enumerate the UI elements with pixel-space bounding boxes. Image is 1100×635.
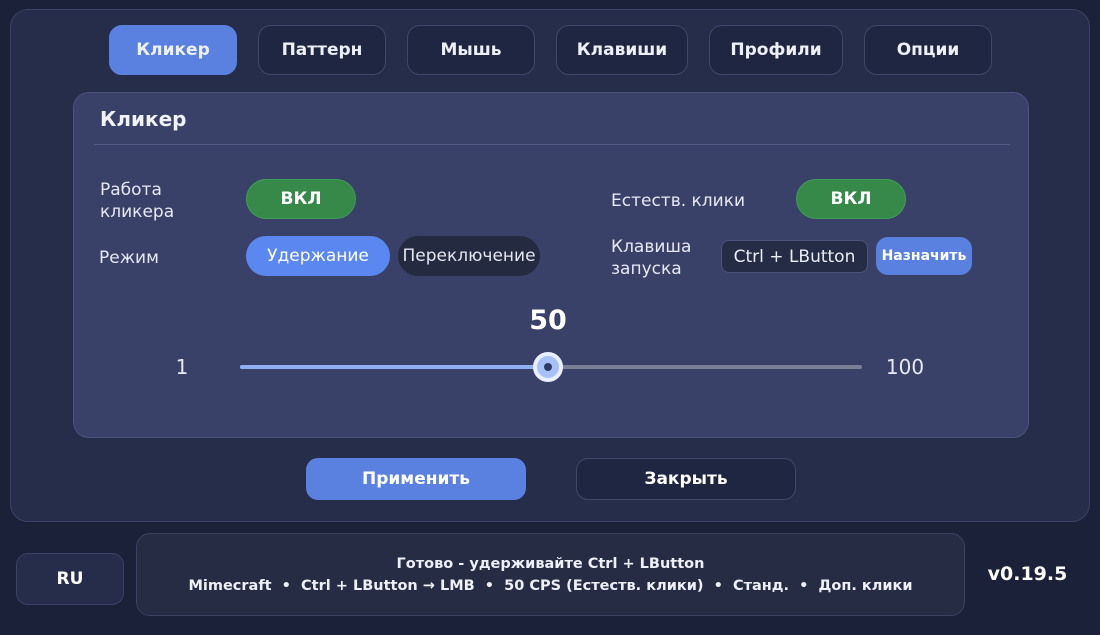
panel-title: Кликер: [100, 107, 187, 131]
cps-slider[interactable]: [240, 352, 862, 382]
cps-slider-value: 50: [529, 305, 567, 336]
version-label: v0.19.5: [987, 563, 1068, 585]
mode-toggle-option[interactable]: Переключение: [398, 236, 540, 276]
clicker-panel: Кликер Работа кликера ВКЛ Естеств. клики…: [73, 92, 1029, 438]
close-button[interactable]: Закрыть: [576, 458, 796, 500]
cps-slider-fill: [240, 365, 548, 369]
language-button[interactable]: RU: [16, 553, 124, 605]
panel-divider: [94, 144, 1010, 145]
cps-slider-thumb[interactable]: [532, 352, 563, 382]
natural-clicks-label: Естеств. клики: [611, 191, 746, 211]
clicker-work-label: Работа кликера: [100, 180, 175, 222]
tab-profiles[interactable]: Профили: [709, 25, 843, 75]
tab-mouse[interactable]: Мышь: [407, 25, 535, 75]
natural-clicks-toggle[interactable]: ВКЛ: [796, 179, 906, 219]
clicker-work-toggle[interactable]: ВКЛ: [246, 179, 356, 219]
status-line-1: Готово - удерживайте Ctrl + LButton: [396, 555, 705, 572]
status-bar: Готово - удерживайте Ctrl + LButton Mime…: [136, 533, 965, 616]
hotkey-label: Клавиша запуска: [611, 237, 692, 279]
cps-slider-min: 1: [175, 355, 189, 379]
assign-hotkey-button[interactable]: Назначить: [876, 237, 972, 275]
tab-options[interactable]: Опции: [864, 25, 992, 75]
tab-pattern[interactable]: Паттерн: [258, 25, 386, 75]
hotkey-field[interactable]: Ctrl + LButton: [721, 240, 868, 273]
main-window: Кликер Паттерн Мышь Клавиши Профили Опци…: [10, 9, 1090, 522]
mode-hold-option[interactable]: Удержание: [246, 236, 390, 276]
tab-keys[interactable]: Клавиши: [556, 25, 688, 75]
status-line-2: Mimecraft • Ctrl + LButton → LMB • 50 CP…: [188, 577, 913, 594]
cps-slider-max: 100: [885, 355, 925, 379]
tab-clicker[interactable]: Кликер: [109, 25, 237, 75]
apply-button[interactable]: Применить: [306, 458, 526, 500]
mode-label: Режим: [99, 248, 159, 268]
